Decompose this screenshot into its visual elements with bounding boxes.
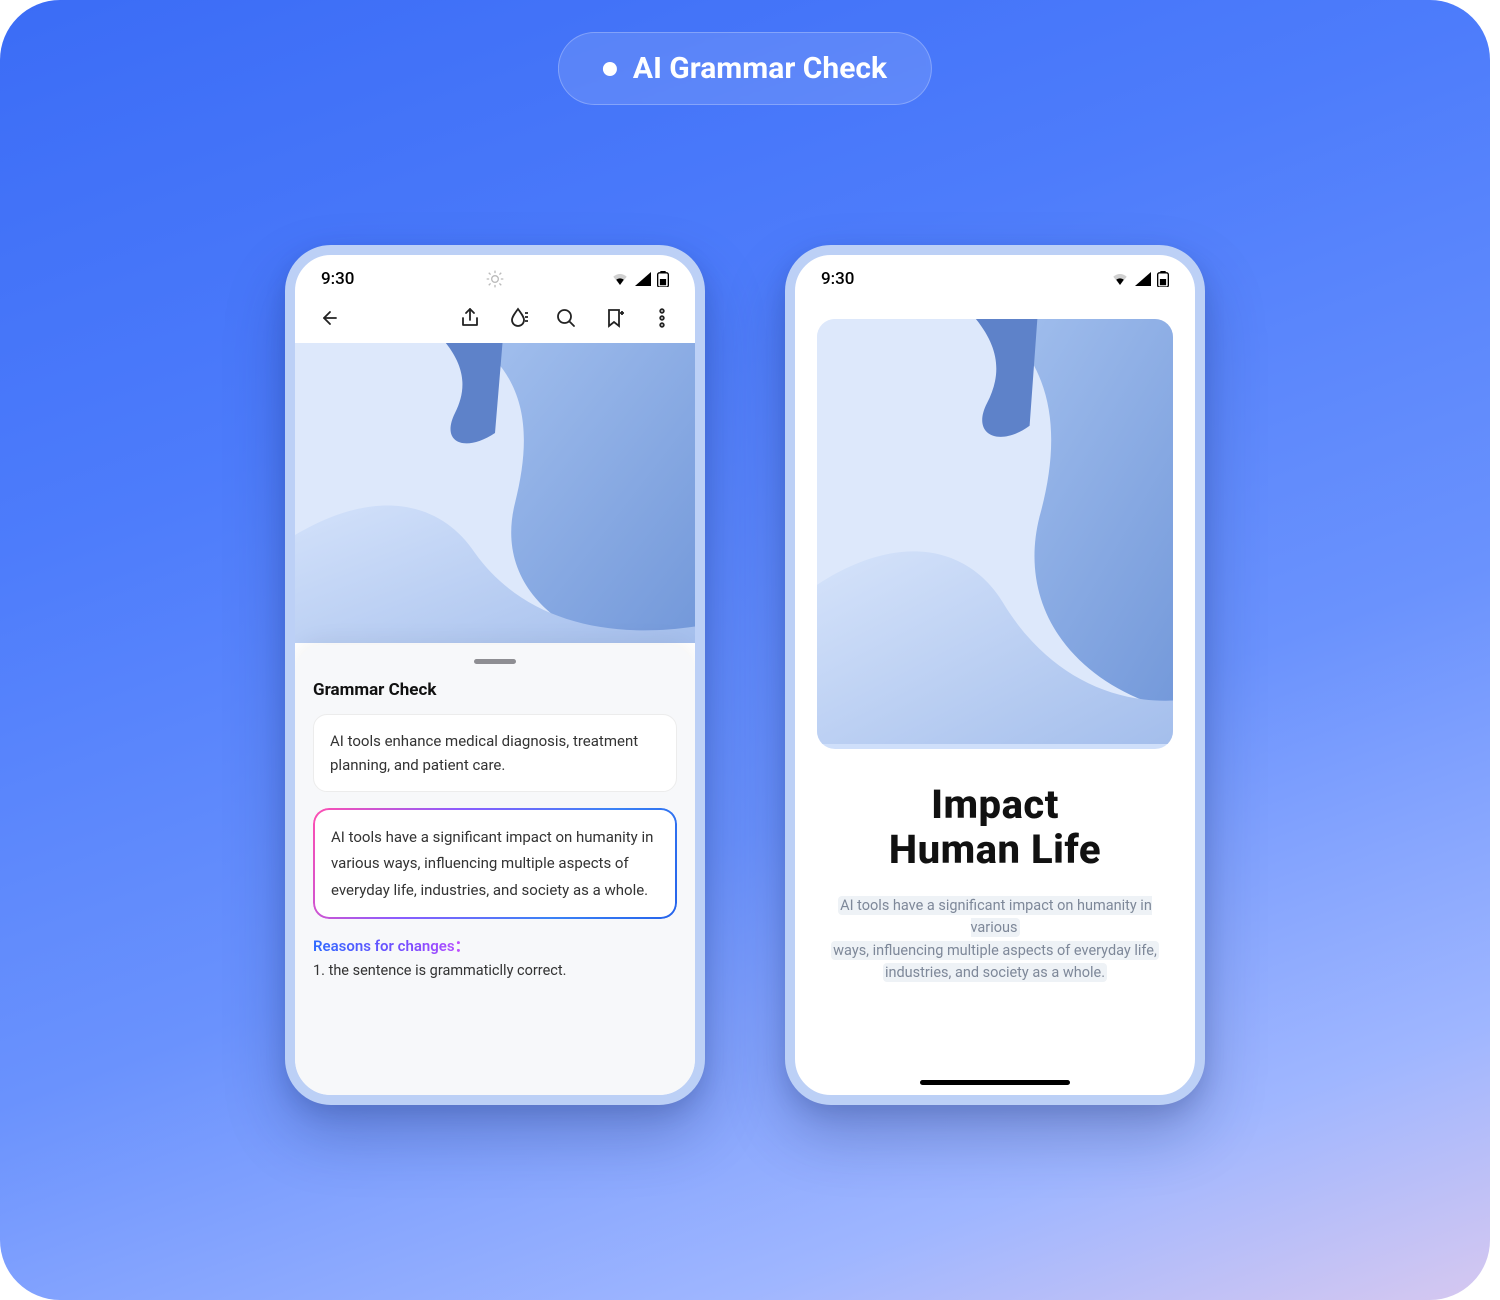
result-text-card[interactable]: AI tools have a significant impact on hu… xyxy=(313,808,677,919)
badge-label: AI Grammar Check xyxy=(633,51,887,86)
source-text-card[interactable]: AI tools enhance medical diagnosis, trea… xyxy=(313,714,677,792)
article-content: Impact Human Life AI tools have a signif… xyxy=(795,749,1195,984)
brightness-icon xyxy=(485,269,505,294)
reasons-label: Reasons for changes： xyxy=(313,935,470,956)
wifi-icon xyxy=(1111,272,1129,286)
ink-button[interactable] xyxy=(505,305,531,331)
article-subtitle[interactable]: AI tools have a significant impact on hu… xyxy=(823,895,1167,985)
search-button[interactable] xyxy=(553,305,579,331)
reasons-section: Reasons for changes： 1. the sentence is … xyxy=(313,935,677,979)
wifi-icon xyxy=(611,272,629,286)
status-bar: 9:30 xyxy=(295,255,695,297)
feature-badge: AI Grammar Check xyxy=(558,32,932,105)
app-toolbar xyxy=(295,297,695,343)
status-bar: 9:30 xyxy=(795,255,1195,297)
phone-left: 9:30 xyxy=(285,245,705,1105)
source-text: AI tools enhance medical diagnosis, trea… xyxy=(330,732,638,774)
phone-right: 9:30 xyxy=(785,245,1205,1105)
hero-image xyxy=(295,343,695,643)
reason-item-1: 1. the sentence is grammaticlly correct. xyxy=(313,962,677,979)
status-time: 9:30 xyxy=(821,269,854,289)
battery-icon xyxy=(657,271,669,287)
more-button[interactable] xyxy=(649,305,675,331)
home-indicator[interactable] xyxy=(920,1080,1070,1085)
cellular-icon xyxy=(1135,272,1151,286)
article-title: Impact Human Life xyxy=(823,783,1167,873)
status-time: 9:30 xyxy=(321,269,354,289)
sheet-grabber[interactable] xyxy=(474,659,516,664)
grammar-sheet[interactable]: Grammar Check AI tools enhance medical d… xyxy=(295,645,695,1095)
sheet-title: Grammar Check xyxy=(313,680,677,700)
bookmark-button[interactable] xyxy=(601,305,627,331)
status-right xyxy=(1111,271,1169,287)
status-right xyxy=(611,271,669,287)
hero-image xyxy=(817,319,1173,749)
badge-dot-icon xyxy=(603,62,617,76)
phones-row: 9:30 xyxy=(0,245,1490,1105)
back-button[interactable] xyxy=(315,305,341,331)
result-text: AI tools have a significant impact on hu… xyxy=(331,828,653,899)
cellular-icon xyxy=(635,272,651,286)
share-button[interactable] xyxy=(457,305,483,331)
feature-canvas: AI Grammar Check 9:30 xyxy=(0,0,1490,1300)
battery-icon xyxy=(1157,271,1169,287)
